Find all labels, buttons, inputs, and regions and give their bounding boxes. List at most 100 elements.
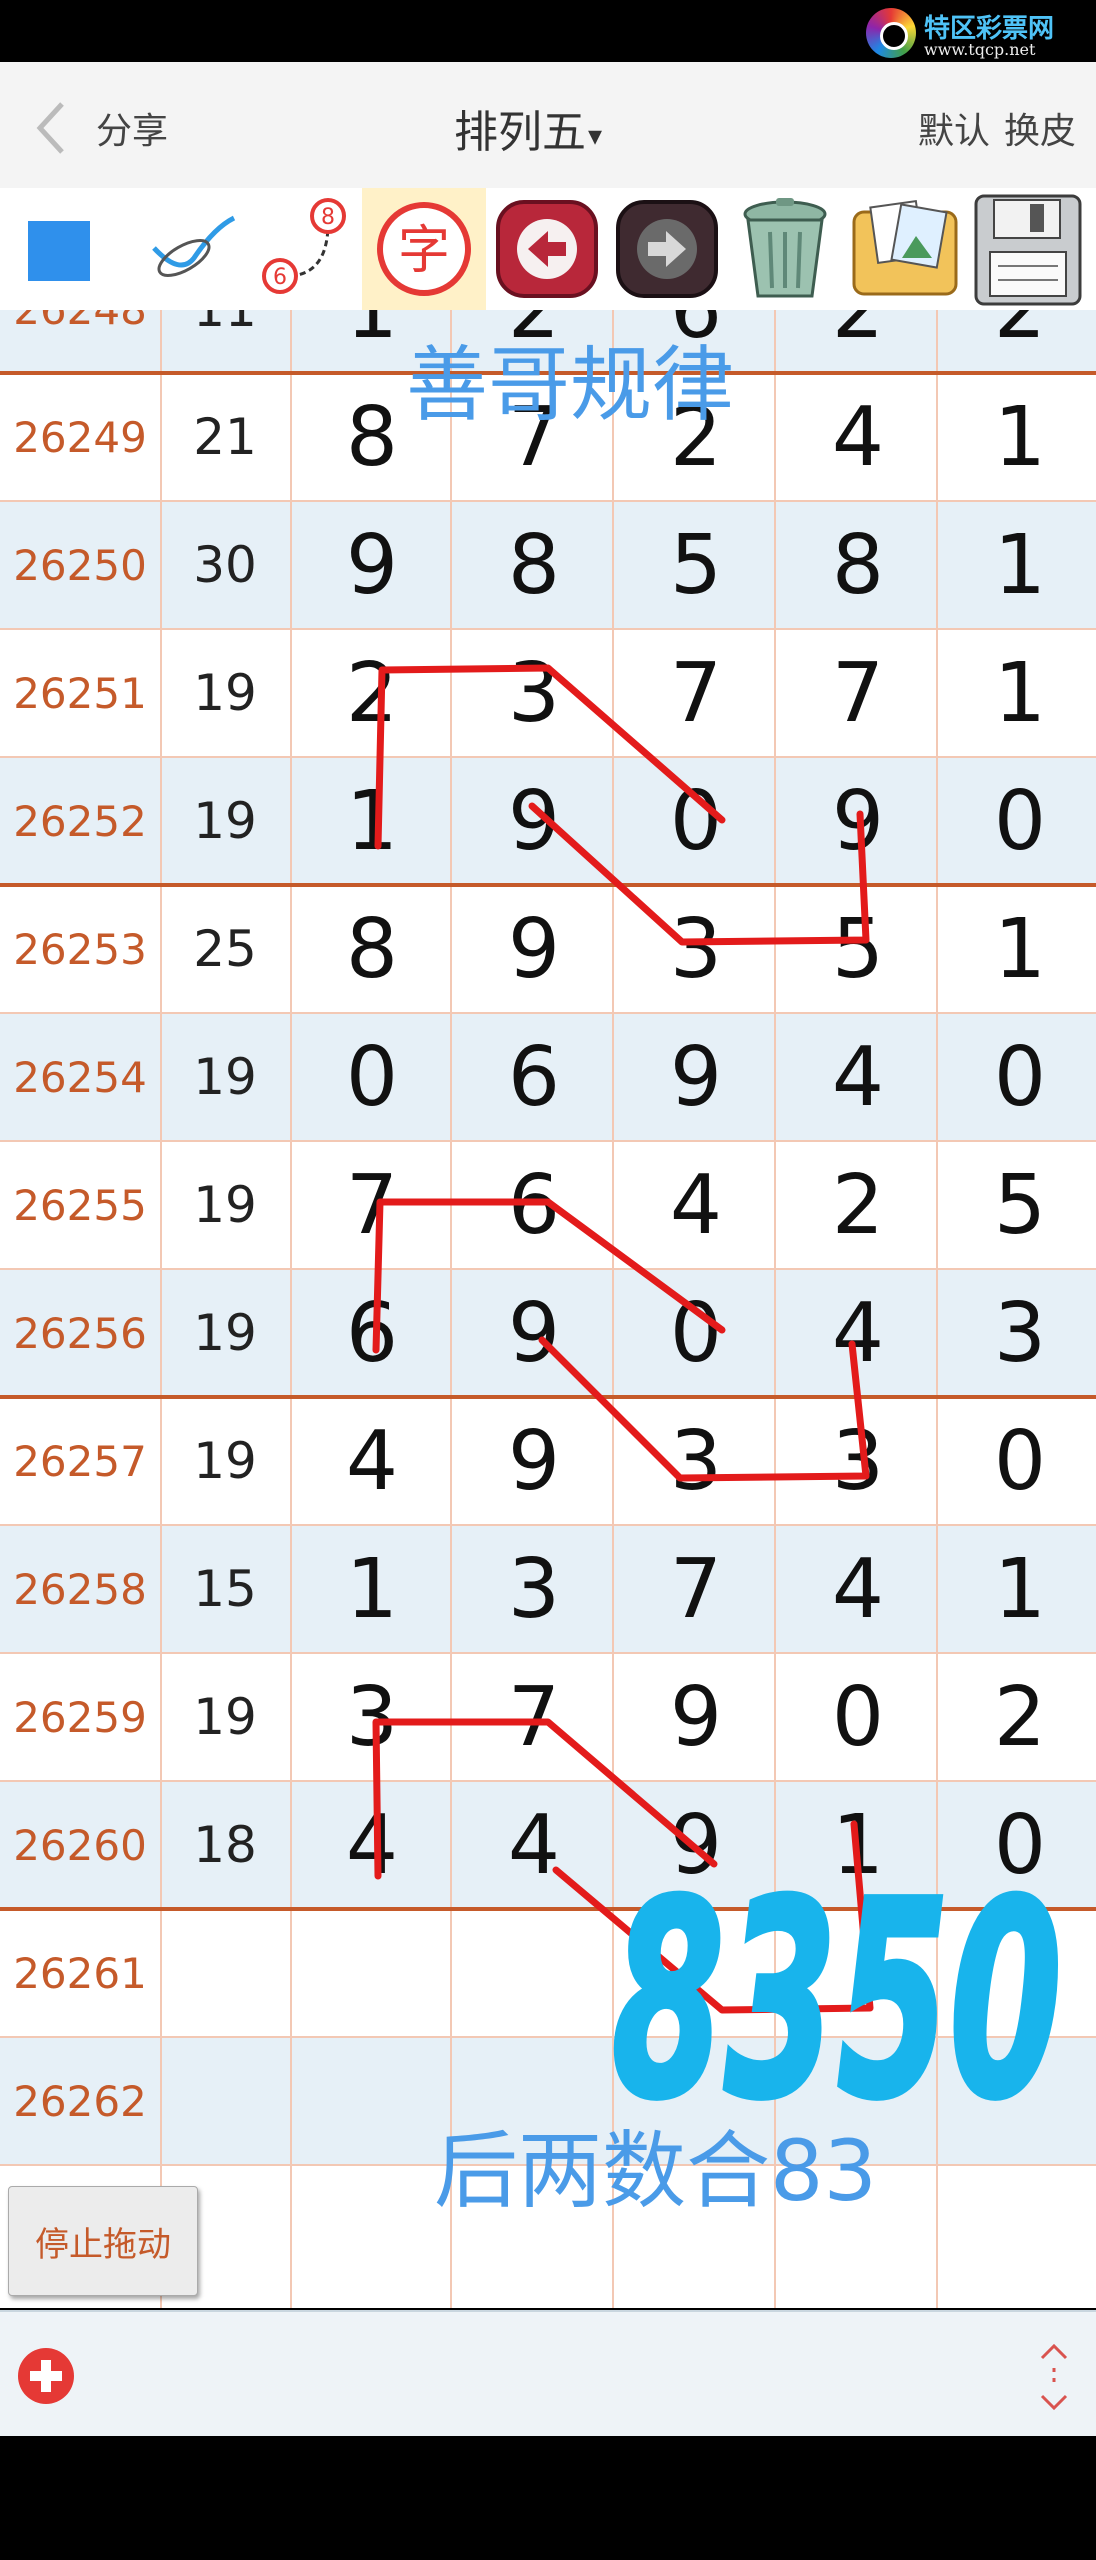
digit-cell[interactable]: 0 [616, 757, 776, 885]
row-divider [0, 628, 1096, 630]
digit-cell[interactable]: 4 [616, 1141, 776, 1269]
change-skin-button[interactable]: 换皮 [1004, 111, 1076, 152]
trash-tool-icon[interactable] [728, 188, 842, 310]
stop-drag-button[interactable]: 停止拖动 [8, 2186, 198, 2296]
digit-cell[interactable]: 2 [940, 310, 1096, 373]
digit-cell[interactable]: 1 [778, 1781, 938, 1909]
undo-tool-icon[interactable] [488, 188, 606, 310]
issue-number: 26254 [13, 1052, 147, 1102]
digit-cell[interactable]: 2 [778, 310, 938, 373]
back-chevron-icon[interactable] [30, 98, 70, 158]
digit-cell[interactable]: 7 [616, 629, 776, 757]
default-button[interactable]: 默认 [918, 111, 990, 152]
digit-cell[interactable]: 9 [616, 1781, 776, 1909]
digit-cell[interactable] [292, 1909, 452, 2037]
digit-cell[interactable]: 4 [778, 1269, 938, 1397]
digit-cell[interactable]: 5 [940, 1141, 1096, 1269]
square-tool-icon[interactable] [0, 188, 120, 310]
digit-cell[interactable]: 5 [778, 885, 938, 1013]
drawing-toolbar: 8 6 字 [0, 188, 1096, 310]
digit-cell[interactable]: 1 [292, 1525, 452, 1653]
digit-cell[interactable] [454, 1909, 614, 2037]
digit-cell[interactable] [616, 1909, 776, 2037]
digit-cell[interactable]: 1 [940, 501, 1096, 629]
lottery-title-dropdown[interactable]: 排列五▾ [454, 96, 602, 160]
digit-cell[interactable]: 4 [454, 1781, 614, 1909]
pen-tool-icon[interactable] [130, 188, 250, 310]
digit-cell[interactable]: 3 [292, 1653, 452, 1781]
digit-cell[interactable]: 1 [940, 1525, 1096, 1653]
connect-numbers-tool-icon[interactable]: 8 6 [250, 188, 360, 310]
digit-cell[interactable]: 4 [778, 1013, 938, 1141]
digit-cell[interactable]: 6 [454, 1141, 614, 1269]
digit-cell[interactable]: 2 [292, 629, 452, 757]
table-row: 26251 19 2 3 7 7 1 [0, 629, 1096, 757]
digit-cell[interactable]: 0 [940, 757, 1096, 885]
digit-cell[interactable]: 0 [940, 1397, 1096, 1525]
digit-cell[interactable]: 5 [616, 501, 776, 629]
digit-cell[interactable]: 2 [778, 1141, 938, 1269]
add-icon[interactable] [16, 2346, 76, 2406]
digit-cell[interactable]: 7 [292, 1141, 452, 1269]
digit-cell[interactable]: 4 [292, 1781, 452, 1909]
digit-cell[interactable]: 9 [454, 1269, 614, 1397]
digit-cell[interactable]: 8 [454, 501, 614, 629]
logo-url: www.tqcp.net [924, 40, 1036, 59]
digit-cell[interactable]: 3 [616, 1397, 776, 1525]
digit-cell[interactable]: 2 [940, 1653, 1096, 1781]
digit-cell[interactable]: 1 [940, 885, 1096, 1013]
digit-cell[interactable]: 0 [616, 1269, 776, 1397]
digit-cell[interactable] [940, 1909, 1096, 2037]
digit-cell[interactable]: 7 [454, 1653, 614, 1781]
digit-sum: 15 [193, 1560, 257, 1618]
digit-cell[interactable]: 1 [940, 373, 1096, 501]
text-tool-icon[interactable]: 字 [362, 188, 486, 310]
page-title: 排列五 [454, 107, 586, 158]
lottery-results-grid[interactable]: 2624811126222624921872412625030985812625… [0, 310, 1096, 2308]
digit-cell[interactable]: 8 [292, 885, 452, 1013]
digit-cell[interactable]: 7 [778, 629, 938, 757]
digit-cell[interactable]: 4 [778, 373, 938, 501]
redo-tool-icon[interactable] [608, 188, 726, 310]
digit-cell[interactable]: 3 [940, 1269, 1096, 1397]
digit-cell[interactable]: 3 [454, 1525, 614, 1653]
digit-cell[interactable]: 0 [292, 1013, 452, 1141]
digit-cell[interactable] [940, 2037, 1096, 2165]
gallery-tool-icon[interactable] [846, 188, 964, 310]
digit-cell[interactable]: 9 [454, 1397, 614, 1525]
row-divider [0, 500, 1096, 502]
bottom-bar [0, 2310, 1096, 2436]
digit-cell[interactable]: 0 [940, 1013, 1096, 1141]
connect-badge-a: 8 [321, 205, 335, 230]
digit-sum: 25 [193, 920, 257, 978]
digit-cell[interactable] [292, 2037, 452, 2165]
digit-cell[interactable] [778, 1909, 938, 2037]
digit-cell[interactable]: 9 [454, 885, 614, 1013]
digit-cell[interactable]: 6 [292, 1269, 452, 1397]
digit-cell[interactable]: 9 [454, 757, 614, 885]
digit-cell[interactable]: 0 [940, 1781, 1096, 1909]
digit-cell[interactable]: 8 [778, 501, 938, 629]
digit-cell[interactable]: 4 [778, 1525, 938, 1653]
digit-cell[interactable]: 9 [778, 757, 938, 885]
digit-cell[interactable]: 3 [454, 629, 614, 757]
table-row: 26259 19 3 7 9 0 2 [0, 1653, 1096, 1781]
share-button[interactable]: 分享 [96, 102, 168, 154]
digit-cell[interactable]: 4 [292, 1397, 452, 1525]
digit-cell[interactable]: 9 [616, 1653, 776, 1781]
save-tool-icon[interactable] [968, 188, 1086, 310]
digit-cell[interactable]: 9 [616, 1013, 776, 1141]
digit-cell[interactable]: 3 [778, 1397, 938, 1525]
scroll-toggle-icon[interactable] [1034, 2342, 1074, 2412]
digit-cell[interactable]: 7 [616, 1525, 776, 1653]
table-row: 26258 15 1 3 7 4 1 [0, 1525, 1096, 1653]
digit-cell[interactable]: 0 [778, 1653, 938, 1781]
issue-number: 26250 [13, 540, 147, 590]
digit-cell[interactable]: 1 [940, 629, 1096, 757]
digit-cell[interactable]: 1 [292, 757, 452, 885]
digit-cell[interactable]: 3 [616, 885, 776, 1013]
group-divider [0, 1907, 1096, 1911]
digit-cell[interactable]: 9 [292, 501, 452, 629]
digit-cell[interactable]: 6 [454, 1013, 614, 1141]
row-divider [0, 1268, 1096, 1270]
